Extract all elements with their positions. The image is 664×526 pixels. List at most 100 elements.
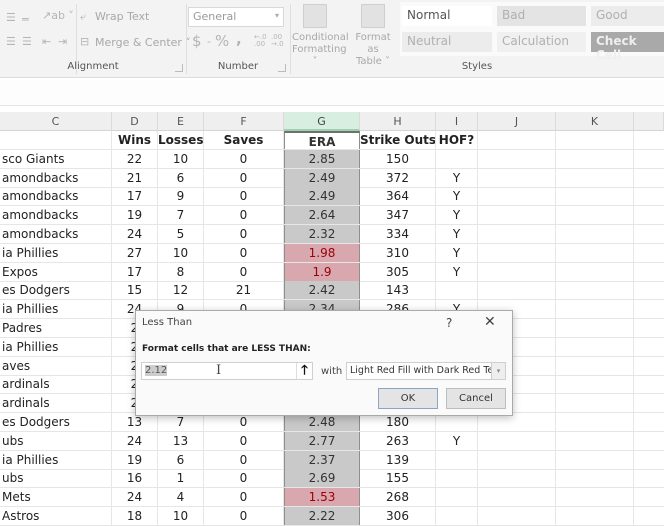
cell-e[interactable]: 1 [158, 469, 204, 488]
cell-i[interactable]: Y [436, 168, 478, 187]
cell-i[interactable] [436, 507, 478, 525]
cell-c[interactable]: ia Phillies [0, 243, 112, 262]
wrap-text-button[interactable]: Wrap Text [95, 10, 149, 23]
cell-h[interactable]: 305 [360, 262, 436, 281]
cell-j[interactable] [478, 488, 556, 507]
cell-h[interactable]: 150 [360, 149, 436, 168]
cell-j[interactable] [478, 225, 556, 243]
cell-k[interactable] [556, 281, 634, 300]
cell-h[interactable]: 143 [360, 281, 436, 300]
cell-k[interactable] [556, 319, 634, 337]
number-format-dropdown[interactable]: General ▾ [188, 7, 284, 27]
cell-k[interactable] [556, 187, 634, 206]
cell-d[interactable]: 24 [112, 431, 158, 450]
cell-e[interactable]: 8 [158, 262, 204, 281]
cell-c[interactable]: sco Giants [0, 149, 112, 168]
cell-f[interactable]: 0 [204, 168, 284, 187]
cell-k[interactable] [556, 243, 634, 262]
cell-i[interactable]: Y [436, 262, 478, 281]
cell-d[interactable]: 17 [112, 187, 158, 206]
cell-d[interactable]: 24 [112, 488, 158, 507]
cell-k[interactable] [556, 262, 634, 281]
cell-f[interactable]: 0 [204, 206, 284, 225]
cell-e[interactable]: 13 [158, 431, 204, 450]
format-style-select[interactable]: Light Red Fill with Dark Red Text ▾ [346, 362, 506, 380]
cell-e[interactable]: 7 [158, 206, 204, 225]
cell-i[interactable] [436, 488, 478, 507]
cell-d[interactable]: 22 [112, 149, 158, 168]
cell-k[interactable] [556, 413, 634, 431]
column-header-j[interactable]: J [478, 112, 556, 131]
cell-d[interactable]: 24 [112, 225, 158, 243]
cell-c[interactable]: amondbacks [0, 168, 112, 187]
cell-c[interactable]: ubs [0, 469, 112, 488]
increase-indent-icon[interactable]: ⇥ [58, 36, 67, 47]
cell-c[interactable]: amondbacks [0, 206, 112, 225]
cell-c[interactable]: ardinals [0, 375, 112, 394]
cell-j[interactable] [478, 243, 556, 262]
cell-h[interactable]: 155 [360, 469, 436, 488]
column-header-next[interactable] [634, 112, 664, 131]
cell-c[interactable]: Astros [0, 507, 112, 525]
style-check-cell[interactable]: Check Cell [591, 32, 664, 62]
cell-k[interactable] [556, 168, 634, 187]
cell-k[interactable] [556, 450, 634, 469]
cell-d[interactable]: 18 [112, 507, 158, 525]
cell-k[interactable] [556, 469, 634, 488]
cell-c[interactable]: amondbacks [0, 225, 112, 243]
cell-f[interactable]: 21 [204, 281, 284, 300]
header-losses[interactable]: Losses [158, 131, 204, 149]
column-header-f[interactable]: F [204, 112, 284, 131]
style-normal[interactable]: Normal [402, 6, 492, 26]
header-strike-outs[interactable]: Strike Outs [360, 131, 436, 149]
cell-k[interactable] [556, 300, 634, 319]
cell-g[interactable]: 2.85 [284, 149, 360, 168]
header-saves[interactable]: Saves [204, 131, 284, 149]
orientation-icon[interactable]: ↗ab ˅ [42, 10, 74, 21]
style-good[interactable]: Good [591, 6, 664, 26]
cell-g[interactable]: 1.53 [284, 488, 360, 507]
align-left-icon[interactable]: ☰ [6, 36, 16, 47]
column-header-k[interactable]: K [556, 112, 634, 131]
cell-g[interactable]: 1.9 [284, 262, 360, 281]
cell-g[interactable]: 2.69 [284, 469, 360, 488]
cell-f[interactable]: 0 [204, 507, 284, 525]
cell-i[interactable]: Y [436, 431, 478, 450]
cell-g[interactable]: 2.32 [284, 225, 360, 243]
cell-i[interactable] [436, 469, 478, 488]
cell-g[interactable]: 2.42 [284, 281, 360, 300]
cell-c[interactable]: Mets [0, 488, 112, 507]
cell-h[interactable]: 364 [360, 187, 436, 206]
cell-c[interactable]: es Dodgers [0, 413, 112, 431]
cell-e[interactable]: 6 [158, 168, 204, 187]
cell-d[interactable]: 16 [112, 469, 158, 488]
cell-f[interactable]: 0 [204, 225, 284, 243]
format-as-table-button[interactable]: Format as Table ˅ [350, 4, 396, 67]
cell-k[interactable] [556, 394, 634, 413]
cell-i[interactable] [436, 149, 478, 168]
cell-d[interactable]: 19 [112, 206, 158, 225]
style-calculation[interactable]: Calculation [497, 32, 586, 52]
cell-i[interactable]: Y [436, 225, 478, 243]
style-neutral[interactable]: Neutral [402, 32, 492, 52]
cell-k[interactable] [556, 149, 634, 168]
cell-e[interactable]: 12 [158, 281, 204, 300]
cell-f[interactable]: 0 [204, 187, 284, 206]
cell-j[interactable] [478, 431, 556, 450]
cell-k[interactable] [556, 431, 634, 450]
header-era[interactable]: ERA [284, 131, 360, 149]
cancel-button[interactable]: Cancel [446, 388, 506, 409]
cell-h[interactable]: 263 [360, 431, 436, 450]
cell-i[interactable] [436, 281, 478, 300]
cell-j[interactable] [478, 281, 556, 300]
cell-i[interactable]: Y [436, 206, 478, 225]
cell-f[interactable]: 0 [204, 488, 284, 507]
cell-i[interactable]: Y [436, 187, 478, 206]
cell-f[interactable]: 0 [204, 469, 284, 488]
cell-j[interactable] [478, 450, 556, 469]
cell-g[interactable]: 2.49 [284, 168, 360, 187]
cell-c[interactable]: ia Phillies [0, 337, 112, 356]
cell-h[interactable]: 139 [360, 450, 436, 469]
cell-c[interactable]: ardinals [0, 394, 112, 413]
merge-center-button[interactable]: Merge & Center ˅ [95, 36, 191, 49]
